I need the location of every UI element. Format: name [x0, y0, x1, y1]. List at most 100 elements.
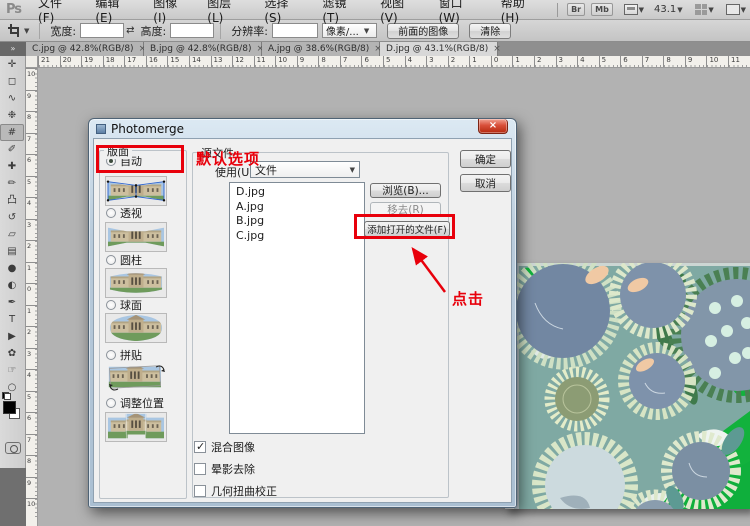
healing-brush-tool[interactable]: ✚ — [0, 158, 24, 175]
menu-item[interactable]: 滤镜(T) — [313, 0, 371, 25]
crop-tool-icon[interactable] — [8, 24, 21, 37]
close-tab-icon[interactable]: × — [493, 44, 501, 54]
ruler-tick: 21 — [38, 56, 60, 68]
layout-option-cylindrical[interactable]: 圆柱 — [106, 254, 142, 266]
close-dialog-button[interactable]: × — [478, 119, 508, 134]
color-swatches — [0, 398, 24, 438]
radio-icon — [106, 398, 116, 408]
mini-bridge-button[interactable]: Mb — [591, 3, 613, 16]
checkbox-icon[interactable] — [194, 463, 206, 475]
layout-cylindrical-thumbnail — [105, 268, 167, 298]
ruler-tick: 9 — [26, 90, 38, 112]
resolution-input[interactable] — [272, 23, 318, 38]
screen-mode-icon[interactable] — [726, 4, 740, 15]
geometric-distortion-checkbox-row[interactable]: 几何扭曲校正 — [194, 484, 277, 497]
ruler-tick: 7 — [642, 56, 664, 68]
eraser-tool[interactable]: ▱ — [0, 226, 24, 243]
chevron-down-icon[interactable]: ▼ — [639, 6, 644, 14]
dialog-titlebar[interactable]: Photomerge — [89, 119, 516, 138]
ruler-tick: 4 — [26, 197, 38, 219]
eyedropper-tool[interactable]: ✐ — [0, 141, 24, 158]
file-list-item[interactable]: B.jpg — [230, 214, 364, 229]
add-open-files-highlight-box — [354, 214, 455, 239]
tool-list: ✛ ◻ ∿ ❉ # ✐ ✚ — [0, 56, 25, 396]
custom-shape-tool[interactable]: ✿ — [0, 345, 24, 362]
layout-option-spherical[interactable]: 球面 — [106, 299, 142, 311]
document-tab[interactable]: D.jpg @ 43.1%(RGB/8) × — [380, 42, 498, 56]
menu-item[interactable]: 选择(S) — [255, 0, 313, 25]
blend-images-checkbox-row[interactable]: 混合图像 — [194, 440, 255, 453]
move-tool[interactable]: ✛ — [0, 56, 24, 73]
view-extras-icon[interactable] — [695, 4, 708, 15]
arrange-documents-icon[interactable] — [624, 4, 638, 15]
sunflower-artwork-canvas[interactable] — [505, 263, 750, 509]
checkbox-icon[interactable] — [194, 485, 206, 497]
ruler-tick: 2 — [534, 56, 556, 68]
ruler-tick: 6 — [26, 154, 38, 176]
file-list-item[interactable]: A.jpg — [230, 200, 364, 215]
browse-button[interactable]: 浏览(B)... — [370, 183, 441, 198]
menu-item[interactable]: 图层(L) — [198, 0, 255, 25]
cancel-button[interactable]: 取消 — [460, 174, 511, 192]
ruler-tick: 9 — [685, 56, 707, 68]
ruler-tick: 4 — [405, 56, 427, 68]
toolbar-collapse-chevron[interactable]: » — [0, 42, 26, 56]
ruler-tick: 7 — [26, 434, 38, 456]
checkbox-icon[interactable] — [194, 441, 206, 453]
default-colors-icon[interactable] — [2, 392, 11, 400]
menu-item[interactable]: 文件(F) — [29, 0, 86, 25]
height-input[interactable] — [170, 23, 214, 38]
zoom-level-value[interactable]: 43.1 — [654, 4, 676, 15]
blur-tool[interactable]: ● — [0, 260, 24, 277]
crop-tool[interactable]: # — [0, 124, 24, 141]
gradient-tool[interactable]: ▤ — [0, 243, 24, 260]
menu-items: 文件(F)编辑(E)图像(I)图层(L)选择(S)滤镜(T)视图(V)窗口(W)… — [29, 0, 551, 25]
pen-tool[interactable]: ✒ — [0, 294, 24, 311]
marquee-tool[interactable]: ◻ — [0, 73, 24, 90]
document-tab[interactable]: B.jpg @ 42.8%(RGB/8) × — [144, 42, 262, 56]
brush-tool[interactable]: ✏ — [0, 175, 24, 192]
quick-mask-button[interactable] — [5, 442, 21, 454]
dialog-icon — [96, 124, 106, 134]
ruler-tick: 14 — [189, 56, 211, 68]
chevron-down-icon[interactable]: ▼ — [677, 6, 682, 14]
swap-dimensions-icon[interactable]: ⇄ — [126, 25, 134, 36]
type-tool[interactable]: T — [0, 311, 24, 328]
ruler-tick: 11 — [728, 56, 750, 68]
menu-item[interactable]: 帮助(H) — [492, 0, 551, 25]
vertical-ruler[interactable]: 10987654321012345678910 — [26, 68, 38, 526]
file-list-item[interactable]: C.jpg — [230, 229, 364, 244]
layout-perspective-thumbnail — [105, 222, 167, 252]
document-tab[interactable]: A.jpg @ 38.6%(RGB/8) × — [262, 42, 380, 56]
width-input[interactable] — [80, 23, 124, 38]
layout-option-reposition[interactable]: 调整位置 — [106, 397, 164, 409]
menu-item[interactable]: 窗口(W) — [430, 0, 492, 25]
vignette-removal-checkbox-row[interactable]: 晕影去除 — [194, 462, 255, 475]
history-brush-tool[interactable]: ↺ — [0, 209, 24, 226]
lasso-tool[interactable]: ∿ — [0, 90, 24, 107]
use-select[interactable]: 文件 ▼ — [250, 161, 360, 178]
dodge-tool[interactable]: ◐ — [0, 277, 24, 294]
menu-item[interactable]: 图像(I) — [144, 0, 198, 25]
file-list-item[interactable]: D.jpg — [230, 185, 364, 200]
bridge-button[interactable]: Br — [567, 3, 585, 16]
tool-preset-chevron-icon[interactable]: ▼ — [24, 27, 29, 35]
hand-tool[interactable]: ☞ — [0, 362, 24, 379]
horizontal-ruler[interactable]: 2120191817161514131211109876543210123456… — [38, 56, 750, 68]
ruler-tick: 3 — [26, 219, 38, 241]
quick-selection-tool[interactable]: ❉ — [0, 107, 24, 124]
ruler-tick: 2 — [448, 56, 470, 68]
foreground-color-swatch[interactable] — [3, 401, 16, 414]
chevron-down-icon[interactable]: ▼ — [741, 6, 746, 14]
menu-item[interactable]: 视图(V) — [371, 0, 430, 25]
document-tab[interactable]: C.jpg @ 42.8%(RGB/8) × — [26, 42, 144, 56]
source-files-list[interactable]: D.jpgA.jpgB.jpgC.jpg — [229, 182, 365, 434]
layout-option-perspective[interactable]: 透视 — [106, 207, 142, 219]
layout-option-collage[interactable]: 拼贴 — [106, 349, 142, 361]
clone-stamp-tool[interactable]: 凸 — [0, 192, 24, 209]
menu-item[interactable]: 编辑(E) — [86, 0, 144, 25]
resolution-unit-select[interactable]: 像素/... ▼ — [322, 23, 377, 38]
chevron-down-icon[interactable]: ▼ — [708, 6, 713, 14]
path-selection-tool[interactable]: ▶ — [0, 328, 24, 345]
ok-button[interactable]: 确定 — [460, 150, 511, 168]
